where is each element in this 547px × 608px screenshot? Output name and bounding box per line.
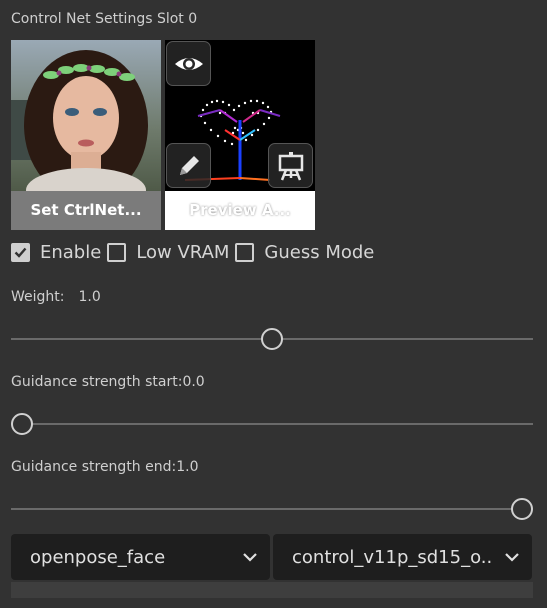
slider-thumb[interactable]	[11, 413, 33, 435]
bottom-bar	[11, 582, 533, 598]
guidance-end-slider[interactable]	[11, 496, 533, 522]
init-image-thumbnail[interactable]: Set CtrlNet...	[11, 40, 161, 230]
easel-button[interactable]	[268, 143, 313, 188]
chevron-down-icon	[492, 552, 532, 562]
guidance-end-label: Guidance strength end:1.0	[11, 459, 199, 475]
enable-label: Enable	[40, 242, 102, 263]
panel-title: Control Net Settings Slot 0	[11, 11, 198, 27]
slider-thumb[interactable]	[261, 328, 283, 350]
edit-image-button[interactable]	[166, 143, 211, 188]
chevron-down-icon	[230, 552, 270, 562]
easel-icon	[278, 151, 303, 180]
guidance-start-label: Guidance strength start:0.0	[11, 374, 205, 390]
guess-mode-checkbox[interactable]	[235, 243, 255, 262]
enable-checkbox[interactable]	[11, 243, 30, 262]
weight-slider[interactable]	[11, 326, 533, 352]
weight-label: Weight:	[11, 289, 65, 305]
low-vram-label: Low VRAM	[136, 242, 230, 263]
preview-annotation-label[interactable]: Preview A...	[165, 191, 315, 230]
preview-toggle-button[interactable]	[166, 41, 211, 86]
preprocessor-select[interactable]: openpose_face	[11, 534, 270, 580]
pencil-icon	[179, 155, 199, 175]
model-select[interactable]: control_v11p_sd15_o...	[273, 534, 532, 580]
checkmark-icon	[14, 247, 27, 258]
weight-label-row: Weight: 1.0	[11, 289, 101, 305]
portrait-image	[11, 40, 161, 212]
eye-icon	[174, 57, 203, 70]
checkbox-row: Enable Low VRAM Guess Mode	[11, 242, 380, 263]
slider-thumb[interactable]	[511, 498, 533, 520]
set-ctrlnet-label[interactable]: Set CtrlNet...	[11, 191, 161, 230]
preprocessor-value: openpose_face	[30, 546, 166, 568]
model-value: control_v11p_sd15_o...	[292, 546, 492, 568]
slider-track	[11, 508, 533, 510]
guess-mode-label: Guess Mode	[264, 242, 375, 263]
low-vram-checkbox[interactable]	[107, 243, 127, 262]
slider-track	[11, 423, 533, 425]
guidance-start-slider[interactable]	[11, 411, 533, 437]
weight-value: 1.0	[78, 289, 101, 305]
